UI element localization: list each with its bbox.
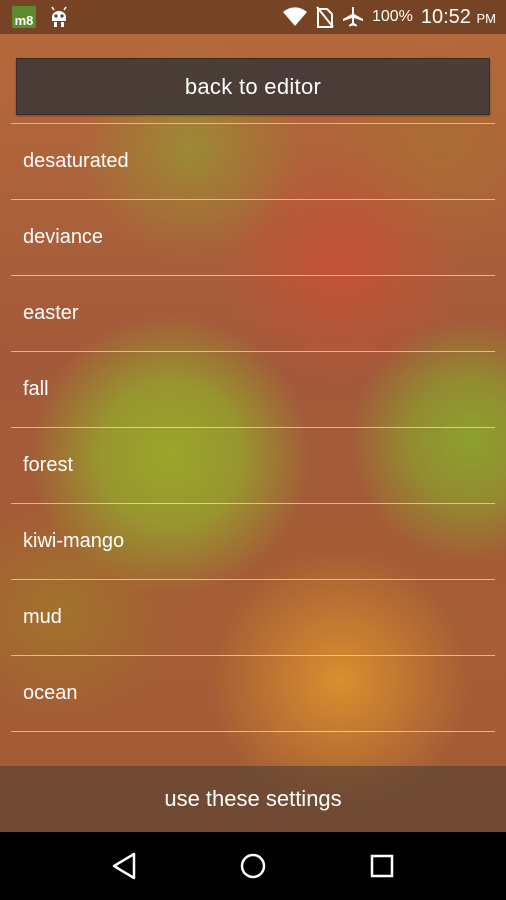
back-triangle-icon	[111, 852, 137, 880]
battery-percentage: 100%	[371, 8, 413, 25]
nav-recents-button[interactable]	[362, 846, 402, 886]
preset-label: easter	[23, 302, 79, 324]
preset-item-mud[interactable]: mud	[11, 580, 495, 656]
nav-back-button[interactable]	[104, 846, 144, 886]
preset-label: desaturated	[23, 150, 129, 172]
nav-home-button[interactable]	[233, 846, 273, 886]
preset-label: fall	[23, 378, 49, 400]
back-to-editor-label: back to editor	[184, 73, 322, 99]
clock: 10:52 PM	[420, 5, 496, 28]
preset-label: forest	[23, 454, 74, 476]
preset-item-desaturated[interactable]: desaturated	[11, 124, 495, 200]
preset-label: deviance	[23, 226, 104, 248]
preset-item-kiwi-mango[interactable]: kiwi-mango	[11, 504, 495, 580]
back-to-editor-button[interactable]: back to editor	[16, 58, 490, 115]
recents-square-icon	[369, 853, 395, 879]
preset-item-ocean[interactable]: ocean	[11, 656, 495, 732]
navigation-bar	[0, 832, 506, 900]
preset-label: ocean	[23, 682, 78, 704]
preset-item-forest[interactable]: forest	[11, 428, 495, 504]
use-these-settings-button[interactable]: use these settings	[0, 766, 506, 832]
use-these-settings-label: use these settings	[164, 786, 342, 811]
preset-item-fall[interactable]: fall	[11, 352, 495, 428]
preset-item-easter[interactable]: easter	[11, 276, 495, 352]
app-notification-icon: m8	[12, 6, 36, 28]
airplane-icon	[342, 6, 364, 28]
preset-label: mud	[23, 606, 62, 628]
preset-label: kiwi-mango	[23, 530, 125, 552]
wifi-icon	[282, 7, 308, 27]
status-bar: m8 100% 10:52 PM	[0, 0, 506, 34]
home-circle-icon	[239, 852, 267, 880]
no-sim-icon	[316, 6, 334, 28]
preset-list: desaturated deviance easter fall forest …	[11, 123, 495, 732]
android-icon	[48, 6, 70, 28]
preset-item-deviance[interactable]: deviance	[11, 200, 495, 276]
